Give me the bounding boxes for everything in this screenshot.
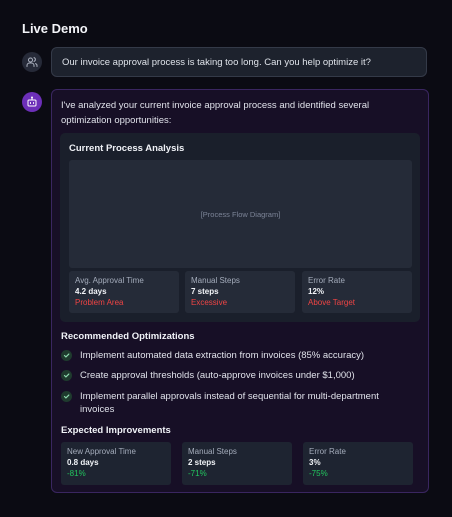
metric-approval-time: Avg. Approval Time 4.2 days Problem Area: [69, 271, 179, 313]
improvement-label: Error Rate: [309, 447, 346, 456]
improvement-change: -81%: [67, 469, 86, 478]
check-circle-icon: [61, 370, 72, 381]
user-message: Our invoice approval process is taking t…: [51, 47, 427, 77]
panel-title: Live Demo: [22, 21, 88, 36]
metric-label: Avg. Approval Time: [75, 276, 144, 285]
improvement-value: 2 steps: [188, 458, 216, 467]
improvements-title: Expected Improvements: [61, 425, 171, 436]
process-flow-diagram: [Process Flow Diagram]: [69, 160, 412, 268]
metric-manual-steps: Manual Steps 7 steps Excessive: [185, 271, 295, 313]
process-analysis-card: Current Process Analysis [Process Flow D…: [60, 133, 420, 322]
check-circle-icon: [61, 350, 72, 361]
improvement-label: Manual Steps: [188, 447, 237, 456]
improvement-change: -75%: [309, 469, 328, 478]
metric-value: 4.2 days: [75, 287, 107, 296]
optimization-text: Implement automated data extraction from…: [80, 350, 365, 361]
improvement-label: New Approval Time: [67, 447, 136, 456]
metric-label: Error Rate: [308, 276, 345, 285]
improvement-approval-time: New Approval Time 0.8 days -81%: [61, 442, 171, 485]
assistant-intro-text: I've analyzed your current invoice appro…: [61, 100, 370, 126]
metric-label: Manual Steps: [191, 276, 240, 285]
metric-status: Above Target: [308, 298, 355, 307]
optimization-text: Create approval thresholds (auto-approve…: [80, 370, 355, 381]
improvement-value: 0.8 days: [67, 458, 99, 467]
optimization-item: Implement parallel approvals instead of …: [61, 390, 421, 416]
check-circle-icon: [61, 391, 72, 402]
improvement-value: 3%: [309, 458, 321, 467]
user-message-text: Our invoice approval process is taking t…: [62, 56, 371, 68]
assistant-message: I've analyzed your current invoice appro…: [51, 89, 429, 493]
assistant-avatar: [22, 92, 42, 112]
metric-value: 12%: [308, 287, 325, 296]
metric-value: 7 steps: [191, 287, 219, 296]
optimizations-title: Recommended Optimizations: [61, 331, 195, 342]
improvement-change: -71%: [188, 469, 207, 478]
metric-status: Problem Area: [75, 298, 124, 307]
users-icon: [26, 57, 38, 67]
user-avatar: [22, 52, 42, 72]
bot-icon: [27, 96, 37, 107]
improvement-manual-steps: Manual Steps 2 steps -71%: [182, 442, 292, 485]
analysis-title: Current Process Analysis: [69, 143, 185, 154]
improvement-error-rate: Error Rate 3% -75%: [303, 442, 413, 485]
optimization-item: Implement automated data extraction from…: [61, 349, 421, 362]
optimization-item: Create approval thresholds (auto-approve…: [61, 369, 421, 382]
metric-status: Excessive: [191, 298, 228, 307]
optimization-text: Implement parallel approvals instead of …: [80, 391, 379, 415]
metric-error-rate: Error Rate 12% Above Target: [302, 271, 412, 313]
diagram-placeholder-text: [Process Flow Diagram]: [200, 209, 281, 219]
